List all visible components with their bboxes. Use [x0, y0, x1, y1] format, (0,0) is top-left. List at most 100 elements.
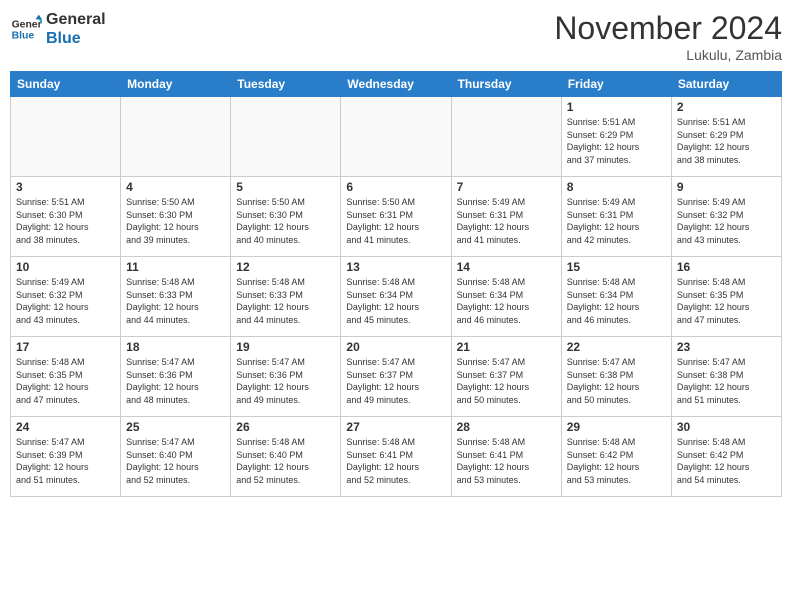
day-info: Sunrise: 5:48 AMSunset: 6:42 PMDaylight:…: [567, 436, 666, 486]
calendar-table: Sunday Monday Tuesday Wednesday Thursday…: [10, 71, 782, 497]
day-info: Sunrise: 5:47 AMSunset: 6:37 PMDaylight:…: [457, 356, 556, 406]
day-info: Sunrise: 5:48 AMSunset: 6:41 PMDaylight:…: [457, 436, 556, 486]
calendar-cell: 26 Sunrise: 5:48 AMSunset: 6:40 PMDayligh…: [231, 417, 341, 497]
day-number: 28: [457, 420, 556, 434]
month-title: November 2024: [554, 10, 782, 47]
day-info: Sunrise: 5:48 AMSunset: 6:35 PMDaylight:…: [16, 356, 115, 406]
logo: General Blue General Blue: [10, 10, 106, 48]
day-info: Sunrise: 5:47 AMSunset: 6:38 PMDaylight:…: [677, 356, 776, 406]
calendar-cell: 8 Sunrise: 5:49 AMSunset: 6:31 PMDaylight…: [561, 177, 671, 257]
logo-general: General: [46, 10, 106, 29]
calendar-cell: 10Sunrise: 5:49 AMSunset: 6:32 PMDayligh…: [11, 257, 121, 337]
svg-text:Blue: Blue: [12, 31, 35, 42]
calendar-cell: 9 Sunrise: 5:49 AMSunset: 6:32 PMDaylight…: [671, 177, 781, 257]
calendar-cell: 18Sunrise: 5:47 AMSunset: 6:36 PMDayligh…: [121, 337, 231, 417]
calendar-cell: 7Sunrise: 5:49 AMSunset: 6:31 PMDaylight…: [451, 177, 561, 257]
day-info: Sunrise: 5:48 AMSunset: 6:33 PMDaylight:…: [126, 276, 225, 326]
calendar-cell: 25 Sunrise: 5:47 AMSunset: 6:40 PMDayligh…: [121, 417, 231, 497]
day-number: 27: [346, 420, 445, 434]
calendar-body: 1 Sunrise: 5:51 AMSunset: 6:29 PMDaylight…: [11, 97, 782, 497]
day-info: Sunrise: 5:49 AMSunset: 6:32 PMDaylight:…: [16, 276, 115, 326]
calendar-cell: 15 Sunrise: 5:48 AMSunset: 6:34 PMDayligh…: [561, 257, 671, 337]
calendar-cell: [121, 97, 231, 177]
col-friday: Friday: [561, 72, 671, 97]
day-info: Sunrise: 5:48 AMSunset: 6:34 PMDaylight:…: [346, 276, 445, 326]
day-info: Sunrise: 5:47 AMSunset: 6:38 PMDaylight:…: [567, 356, 666, 406]
calendar-week-5: 24Sunrise: 5:47 AMSunset: 6:39 PMDayligh…: [11, 417, 782, 497]
day-info: Sunrise: 5:49 AMSunset: 6:31 PMDaylight:…: [567, 196, 666, 246]
day-info: Sunrise: 5:47 AMSunset: 6:40 PMDaylight:…: [126, 436, 225, 486]
calendar-cell: 30Sunrise: 5:48 AMSunset: 6:42 PMDayligh…: [671, 417, 781, 497]
day-number: 23: [677, 340, 776, 354]
calendar-cell: 27 Sunrise: 5:48 AMSunset: 6:41 PMDayligh…: [341, 417, 451, 497]
location: Lukulu, Zambia: [554, 47, 782, 63]
logo-icon: General Blue: [10, 13, 42, 45]
day-number: 7: [457, 180, 556, 194]
day-info: Sunrise: 5:48 AMSunset: 6:33 PMDaylight:…: [236, 276, 335, 326]
day-info: Sunrise: 5:51 AMSunset: 6:30 PMDaylight:…: [16, 196, 115, 246]
col-wednesday: Wednesday: [341, 72, 451, 97]
calendar-cell: 29 Sunrise: 5:48 AMSunset: 6:42 PMDayligh…: [561, 417, 671, 497]
calendar-cell: 22Sunrise: 5:47 AMSunset: 6:38 PMDayligh…: [561, 337, 671, 417]
calendar-week-2: 3 Sunrise: 5:51 AMSunset: 6:30 PMDaylight…: [11, 177, 782, 257]
day-info: Sunrise: 5:50 AMSunset: 6:30 PMDaylight:…: [236, 196, 335, 246]
svg-text:General: General: [12, 20, 42, 31]
col-thursday: Thursday: [451, 72, 561, 97]
day-info: Sunrise: 5:51 AMSunset: 6:29 PMDaylight:…: [677, 116, 776, 166]
calendar-cell: 2 Sunrise: 5:51 AMSunset: 6:29 PMDaylight…: [671, 97, 781, 177]
day-number: 1: [567, 100, 666, 114]
day-number: 2: [677, 100, 776, 114]
day-number: 6: [346, 180, 445, 194]
day-number: 15: [567, 260, 666, 274]
day-info: Sunrise: 5:49 AMSunset: 6:32 PMDaylight:…: [677, 196, 776, 246]
day-number: 3: [16, 180, 115, 194]
logo-blue: Blue: [46, 29, 106, 48]
day-info: Sunrise: 5:47 AMSunset: 6:36 PMDaylight:…: [236, 356, 335, 406]
calendar-cell: 13 Sunrise: 5:48 AMSunset: 6:34 PMDayligh…: [341, 257, 451, 337]
day-info: Sunrise: 5:50 AMSunset: 6:30 PMDaylight:…: [126, 196, 225, 246]
calendar-week-3: 10Sunrise: 5:49 AMSunset: 6:32 PMDayligh…: [11, 257, 782, 337]
day-info: Sunrise: 5:48 AMSunset: 6:35 PMDaylight:…: [677, 276, 776, 326]
day-number: 26: [236, 420, 335, 434]
calendar-cell: 17 Sunrise: 5:48 AMSunset: 6:35 PMDayligh…: [11, 337, 121, 417]
day-info: Sunrise: 5:47 AMSunset: 6:37 PMDaylight:…: [346, 356, 445, 406]
day-info: Sunrise: 5:51 AMSunset: 6:29 PMDaylight:…: [567, 116, 666, 166]
calendar-cell: 28 Sunrise: 5:48 AMSunset: 6:41 PMDayligh…: [451, 417, 561, 497]
calendar-cell: 3 Sunrise: 5:51 AMSunset: 6:30 PMDaylight…: [11, 177, 121, 257]
day-number: 5: [236, 180, 335, 194]
day-info: Sunrise: 5:47 AMSunset: 6:39 PMDaylight:…: [16, 436, 115, 486]
day-number: 17: [16, 340, 115, 354]
calendar-cell: 20Sunrise: 5:47 AMSunset: 6:37 PMDayligh…: [341, 337, 451, 417]
day-info: Sunrise: 5:48 AMSunset: 6:34 PMDaylight:…: [567, 276, 666, 326]
day-info: Sunrise: 5:50 AMSunset: 6:31 PMDaylight:…: [346, 196, 445, 246]
day-number: 29: [567, 420, 666, 434]
calendar-cell: [341, 97, 451, 177]
calendar-cell: 4 Sunrise: 5:50 AMSunset: 6:30 PMDaylight…: [121, 177, 231, 257]
day-info: Sunrise: 5:48 AMSunset: 6:42 PMDaylight:…: [677, 436, 776, 486]
calendar-cell: 21 Sunrise: 5:47 AMSunset: 6:37 PMDayligh…: [451, 337, 561, 417]
calendar-cell: 6 Sunrise: 5:50 AMSunset: 6:31 PMDaylight…: [341, 177, 451, 257]
day-number: 25: [126, 420, 225, 434]
day-number: 16: [677, 260, 776, 274]
day-info: Sunrise: 5:48 AMSunset: 6:40 PMDaylight:…: [236, 436, 335, 486]
calendar-cell: 5 Sunrise: 5:50 AMSunset: 6:30 PMDaylight…: [231, 177, 341, 257]
calendar-week-4: 17 Sunrise: 5:48 AMSunset: 6:35 PMDayligh…: [11, 337, 782, 417]
calendar-cell: 11Sunrise: 5:48 AMSunset: 6:33 PMDayligh…: [121, 257, 231, 337]
calendar-cell: 19Sunrise: 5:47 AMSunset: 6:36 PMDayligh…: [231, 337, 341, 417]
calendar-week-1: 1 Sunrise: 5:51 AMSunset: 6:29 PMDaylight…: [11, 97, 782, 177]
header: General Blue General Blue November 2024 …: [10, 10, 782, 63]
day-number: 8: [567, 180, 666, 194]
day-number: 14: [457, 260, 556, 274]
day-number: 12: [236, 260, 335, 274]
calendar-cell: 23 Sunrise: 5:47 AMSunset: 6:38 PMDayligh…: [671, 337, 781, 417]
col-sunday: Sunday: [11, 72, 121, 97]
day-number: 21: [457, 340, 556, 354]
day-number: 9: [677, 180, 776, 194]
page: General Blue General Blue November 2024 …: [0, 0, 792, 612]
day-info: Sunrise: 5:47 AMSunset: 6:36 PMDaylight:…: [126, 356, 225, 406]
calendar-cell: 14Sunrise: 5:48 AMSunset: 6:34 PMDayligh…: [451, 257, 561, 337]
day-number: 13: [346, 260, 445, 274]
day-info: Sunrise: 5:48 AMSunset: 6:41 PMDaylight:…: [346, 436, 445, 486]
day-number: 4: [126, 180, 225, 194]
calendar-cell: [451, 97, 561, 177]
